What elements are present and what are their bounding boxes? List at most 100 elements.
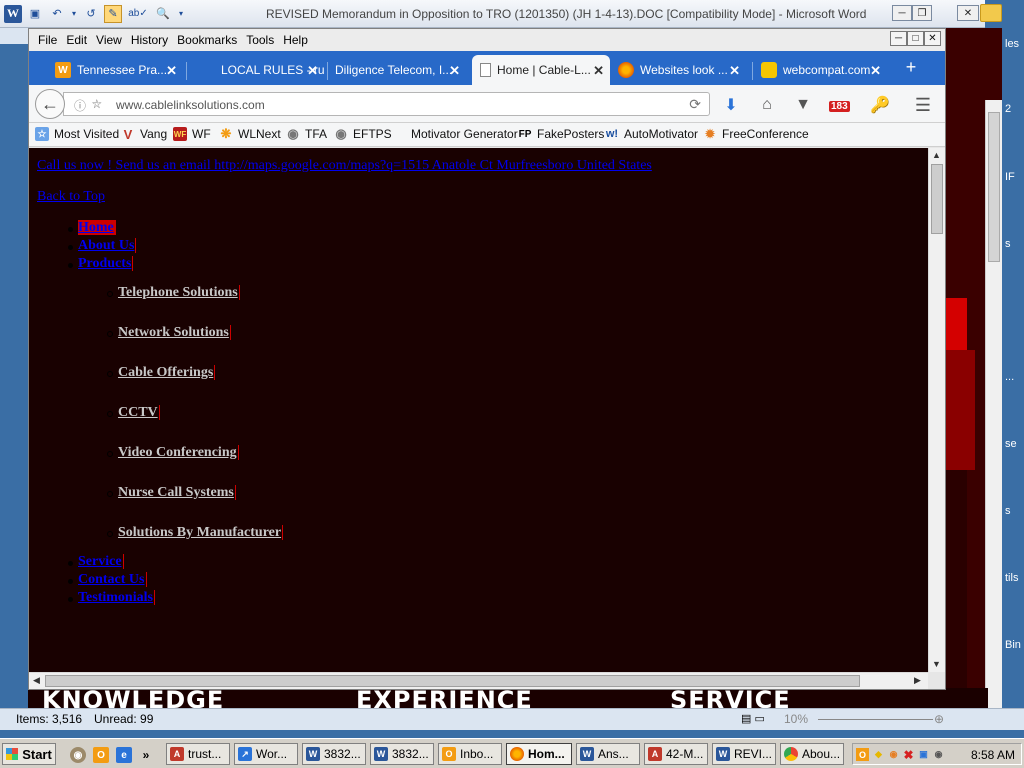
word-close-button[interactable]: ✕ <box>957 5 979 21</box>
close-icon[interactable]: ✕ <box>166 63 177 79</box>
scroll-thumb[interactable] <box>988 112 1000 262</box>
key-icon[interactable]: 🔑 <box>869 94 891 116</box>
scroll-thumb[interactable] <box>931 164 943 234</box>
bookmark-freeconference[interactable]: ✹ FreeConference <box>703 127 809 141</box>
bookmark-vang[interactable]: V Vang <box>121 127 167 142</box>
home-icon[interactable]: ⌂ <box>756 94 778 116</box>
nav-link-service[interactable]: Service <box>78 554 124 569</box>
hamburger-menu-icon[interactable]: ☰ <box>912 94 934 116</box>
taskbar-item[interactable]: O Inbo... <box>438 743 502 765</box>
word-restore-button[interactable]: ❐ <box>912 5 932 21</box>
network-error-icon[interactable]: ✖ <box>902 748 915 762</box>
bookmark-eftps[interactable]: ◉ EFTPS <box>334 126 391 141</box>
scroll-thumb[interactable] <box>45 675 860 687</box>
close-icon[interactable]: ✕ <box>449 63 460 79</box>
tab-diligence[interactable]: Diligence Telecom, I... ✕ <box>330 55 466 85</box>
taskbar-item[interactable]: Abou... <box>780 743 844 765</box>
menu-help[interactable]: Help <box>283 33 308 47</box>
zoom-slider[interactable] <box>818 719 933 720</box>
scroll-left-icon[interactable]: ◀ <box>33 675 40 686</box>
bookmark-most-visited[interactable]: ☆ Most Visited <box>35 127 119 141</box>
subnav-link-by-manufacturer[interactable]: Solutions By Manufacturer <box>118 525 284 540</box>
browser-maximize-button[interactable]: □ <box>907 31 924 46</box>
tab-websites-look[interactable]: Websites look ... ✕ <box>616 55 746 85</box>
taskbar-item[interactable]: W 3832... <box>302 743 366 765</box>
subnav-link-nurse-call[interactable]: Nurse Call Systems <box>118 485 236 500</box>
close-icon[interactable]: ✕ <box>593 63 604 79</box>
avast-tray-icon[interactable]: ◉ <box>887 748 900 761</box>
spelling-icon[interactable]: ab✓ <box>126 5 150 23</box>
subnav-link-telephone[interactable]: Telephone Solutions <box>118 285 240 300</box>
quicklaunch-ie-icon[interactable]: e <box>116 747 132 763</box>
bookmark-wlnext[interactable]: ❋ WLNext <box>219 126 281 141</box>
taskbar-item[interactable]: Atrust... <box>166 743 230 765</box>
taskbar-item-active[interactable]: Hom... <box>506 743 572 765</box>
subnav-link-cable[interactable]: Cable Offerings <box>118 365 216 380</box>
page-horizontal-scrollbar[interactable]: ◀ ▶ <box>29 672 928 689</box>
nav-link-home[interactable]: Home <box>78 220 116 235</box>
bookmark-tfa[interactable]: ◉ TFA <box>286 126 327 141</box>
menu-bookmarks[interactable]: Bookmarks <box>177 33 237 47</box>
bookmark-automotivator[interactable]: w! AutoMotivator <box>605 127 698 141</box>
word-minimize-button[interactable]: ─ <box>892 5 912 21</box>
menu-file[interactable]: File <box>38 33 57 47</box>
bookmark-fakeposters[interactable]: FP FakePosters <box>518 127 605 141</box>
page-vertical-scrollbar[interactable]: ▲ ▼ <box>928 148 945 672</box>
quicklaunch-more-icon[interactable]: » <box>138 747 154 763</box>
subnav-link-cctv[interactable]: CCTV <box>118 405 160 420</box>
taskbar-item[interactable]: A 42-M... <box>644 743 708 765</box>
taskbar-item[interactable]: W REVI... <box>712 743 776 765</box>
info-icon[interactable]: ⓘ <box>74 97 86 114</box>
menu-edit[interactable]: Edit <box>66 33 87 47</box>
back-to-top-link[interactable]: Back to Top <box>37 189 105 205</box>
print-preview-icon[interactable]: 🔍 <box>154 5 172 23</box>
volume-tray-icon[interactable]: ◉ <box>932 748 945 761</box>
shield-icon[interactable]: ⛥ <box>92 97 102 112</box>
browser-close-button[interactable]: ✕ <box>924 31 941 46</box>
menu-view[interactable]: View <box>96 33 122 47</box>
subnav-link-video-conferencing[interactable]: Video Conferencing <box>118 445 239 460</box>
close-icon[interactable]: ✕ <box>870 63 881 79</box>
download-icon[interactable]: ⬇ <box>720 94 742 116</box>
outlook-tray-icon[interactable]: O <box>856 748 869 761</box>
pocket-icon[interactable]: ▼ <box>792 94 814 116</box>
menu-history[interactable]: History <box>131 33 168 47</box>
redo-icon[interactable]: ↺ <box>82 5 100 23</box>
undo-icon[interactable]: ↶ <box>48 5 66 23</box>
back-button[interactable]: ← <box>35 89 65 119</box>
tab-webcompat[interactable]: webcompat.com ✕ <box>759 55 887 85</box>
track-changes-icon[interactable]: ✎ <box>104 4 122 23</box>
reload-icon[interactable]: ⟳ <box>689 96 701 113</box>
quicklaunch-outlook-icon[interactable]: O <box>93 747 109 763</box>
shield-tray-icon[interactable]: ◆ <box>872 748 885 761</box>
scroll-down-icon[interactable]: ▼ <box>932 659 941 669</box>
url-input[interactable] <box>116 96 676 113</box>
bookmark-wf[interactable]: WF WF <box>173 127 211 141</box>
word-vertical-scrollbar[interactable] <box>985 100 1002 708</box>
zoom-in-icon[interactable]: ⊕ <box>934 712 944 726</box>
zoom-level[interactable]: 10% <box>784 712 808 726</box>
nav-link-contact[interactable]: Contact Us <box>78 572 147 587</box>
extension-badge-button[interactable]: 183 <box>828 90 856 116</box>
taskbar-item[interactable]: W Ans... <box>576 743 640 765</box>
clock[interactable]: 8:58 AM <box>971 748 1015 762</box>
dropdown-arrow-icon[interactable]: ▾ <box>70 5 78 23</box>
word-logo-icon[interactable]: W <box>4 4 22 23</box>
save-icon[interactable]: ▣ <box>26 5 44 23</box>
taskbar-item[interactable]: W 3832... <box>370 743 434 765</box>
close-icon[interactable]: ✕ <box>307 63 318 79</box>
menu-tools[interactable]: Tools <box>246 33 274 47</box>
desktop-folder-icon[interactable] <box>980 4 1002 22</box>
nav-link-products[interactable]: Products <box>78 256 134 271</box>
nav-link-testimonials[interactable]: Testimonials <box>78 590 155 605</box>
browser-minimize-button[interactable]: ─ <box>890 31 907 46</box>
scroll-right-icon[interactable]: ▶ <box>914 675 921 686</box>
close-icon[interactable]: ✕ <box>729 63 740 79</box>
scroll-up-icon[interactable]: ▲ <box>932 150 941 160</box>
tab-tennessee[interactable]: W Tennessee Pra... ✕ <box>53 55 183 85</box>
quicklaunch-chrome-icon[interactable]: ◉ <box>70 747 86 763</box>
monitor-tray-icon[interactable]: ▣ <box>917 748 930 761</box>
view-layout-icon[interactable]: ▤ ▭ <box>741 712 765 725</box>
nav-link-about[interactable]: About Us <box>78 238 137 253</box>
contact-map-link[interactable]: Call us now ! Send us an email http://ma… <box>37 158 652 174</box>
